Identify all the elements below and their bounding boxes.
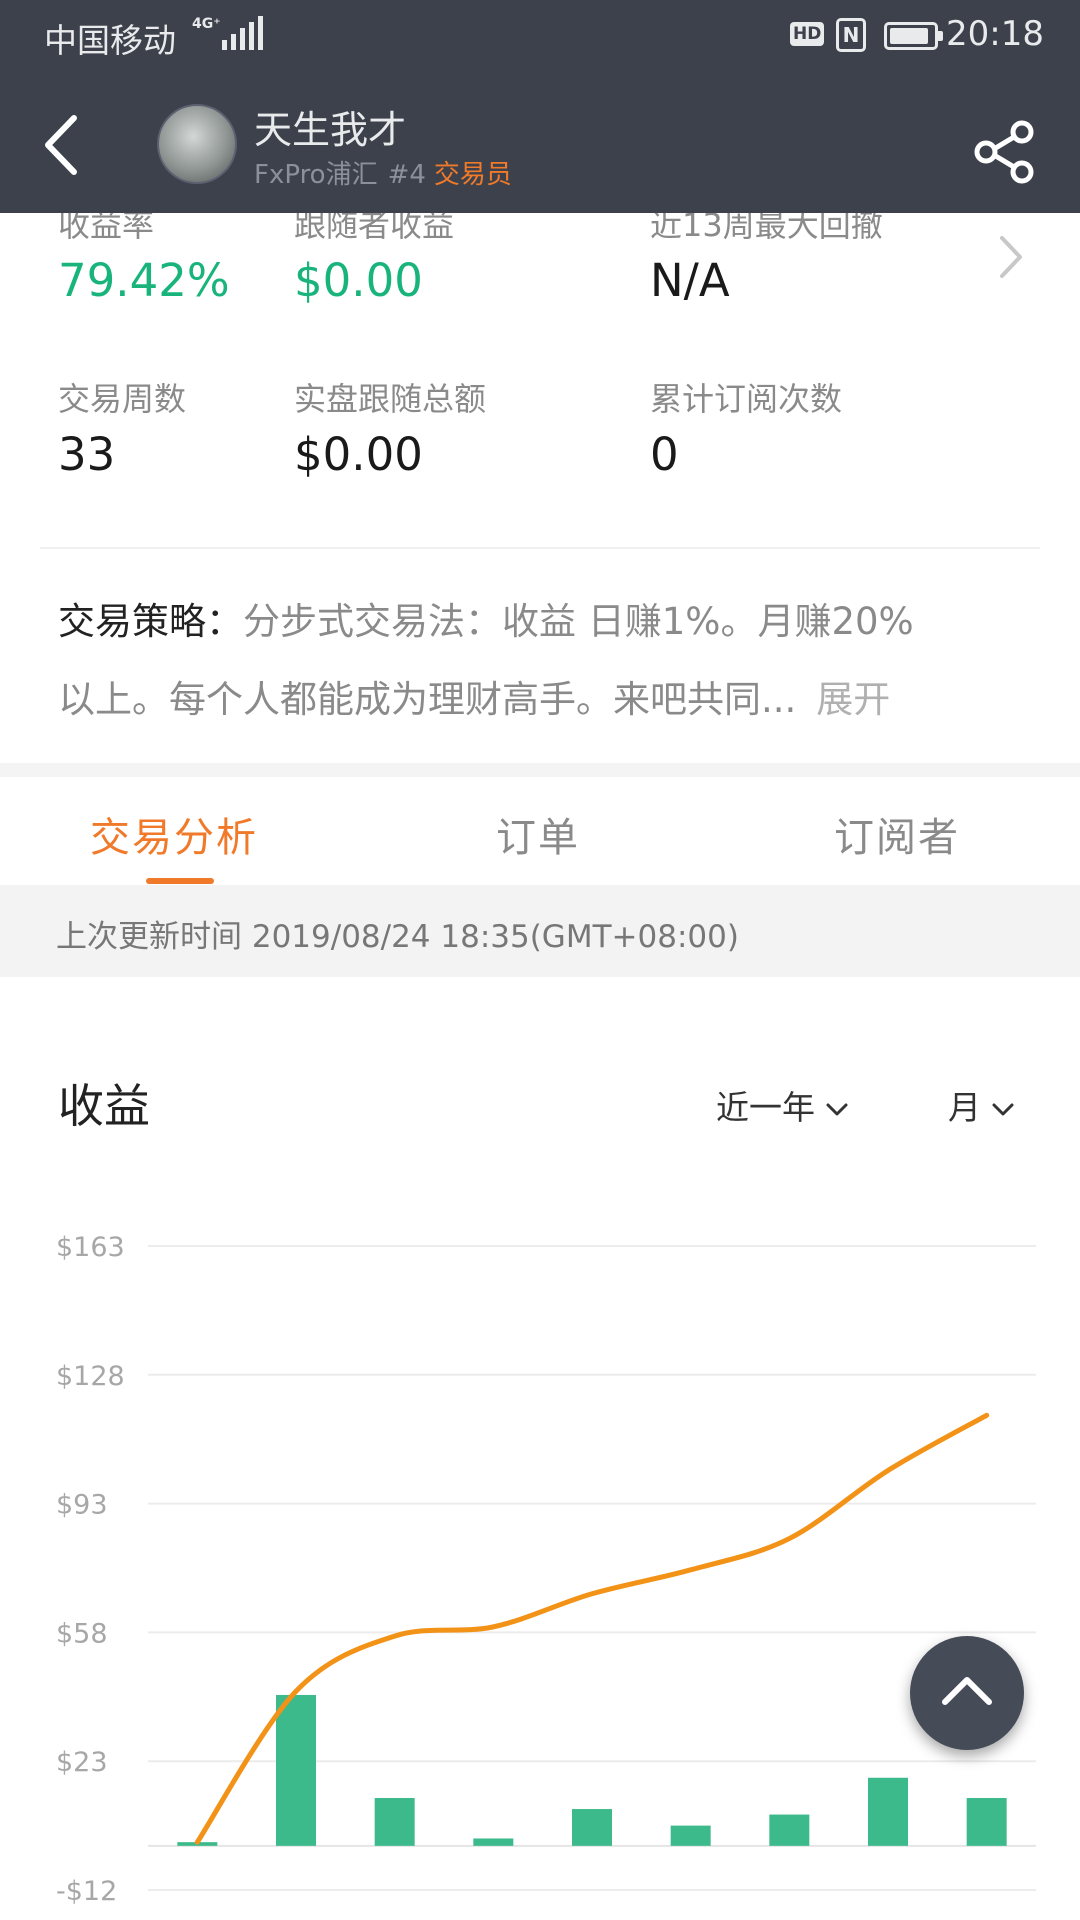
stat-value: $0.00	[294, 428, 423, 481]
share-button[interactable]	[972, 120, 1036, 184]
strategy-text: 交易策略：分步式交易法：收益 日赚1%。月赚20% 以上。每个人都能成为理财高手…	[58, 583, 1018, 739]
bar	[374, 1798, 415, 1846]
share-icon	[974, 120, 1034, 184]
period-dropdown[interactable]: 近一年	[716, 1081, 849, 1129]
tab-trade-analysis[interactable]: 交易分析	[90, 805, 258, 863]
broker-label: FxPro浦汇	[254, 160, 378, 190]
y-tick-label: $93	[56, 1490, 108, 1521]
stat-label: 累计订阅次数	[650, 380, 843, 418]
chevron-right-icon[interactable]	[996, 232, 1026, 282]
y-tick-label: $23	[56, 1747, 108, 1778]
stat-value: 79.42%	[58, 254, 230, 307]
interval-dropdown[interactable]: 月	[948, 1081, 1015, 1129]
bar	[670, 1825, 711, 1846]
last-updated-bar: 上次更新时间 2019/08/24 18:35(GMT+08:00)	[0, 885, 1080, 977]
stat-max-drawdown: 近13周最大回撤 N/A	[650, 200, 883, 307]
tab-orders[interactable]: 订单	[496, 805, 580, 863]
avatar[interactable]	[157, 104, 237, 184]
signal-icon	[222, 16, 263, 50]
network-type-label: 4G⁺	[192, 16, 221, 32]
stat-label: 交易周数	[58, 380, 187, 418]
chevron-down-icon	[826, 1103, 848, 1115]
stat-follower-profit: 跟随者收益 $0.00	[294, 200, 454, 307]
stat-return-rate: 收益率 79.42%	[58, 200, 230, 307]
back-arrow-icon	[45, 115, 77, 175]
profit-chart: $163 $128 $93 $58 $23 -$12	[56, 1232, 1036, 1907]
tab-bar: 交易分析 订单 订阅者	[0, 777, 1080, 885]
tab-subscribers[interactable]: 订阅者	[834, 805, 960, 863]
chevron-up-icon	[942, 1677, 992, 1705]
status-bar: 中国移动 4G⁺ HD N 20:18	[0, 0, 1080, 76]
strategy-line-2: 以上。每个人都能成为理财高手。来吧共同...	[58, 678, 797, 721]
divider	[40, 547, 1040, 549]
chevron-down-icon	[992, 1103, 1014, 1115]
y-tick-label: $128	[56, 1361, 125, 1392]
strategy-label: 交易策略：	[58, 600, 243, 643]
stat-live-follow-total: 实盘跟随总额 $0.00	[294, 374, 486, 481]
bar	[276, 1694, 316, 1846]
last-updated-text: 上次更新时间 2019/08/24 18:35(GMT+08:00)	[56, 919, 739, 955]
period-dropdown-label: 近一年	[716, 1088, 815, 1127]
stat-value: 33	[58, 428, 116, 481]
stat-value: 0	[650, 428, 679, 481]
scroll-top-button[interactable]	[910, 1636, 1024, 1750]
trader-subtitle: FxPro浦汇 #4 交易员	[254, 154, 512, 191]
interval-dropdown-label: 月	[948, 1088, 981, 1127]
stat-trade-weeks: 交易周数 33	[58, 374, 186, 481]
y-tick-label: -$12	[56, 1876, 117, 1907]
stat-value: $0.00	[294, 254, 423, 307]
rank-label: #4	[387, 160, 426, 190]
battery-level	[890, 28, 928, 44]
header-bar: 天生我才 FxPro浦汇 #4 交易员	[0, 76, 1080, 213]
bar	[966, 1798, 1007, 1846]
back-button[interactable]	[36, 110, 96, 180]
y-tick-label: $58	[56, 1618, 108, 1649]
y-tick-label: $163	[56, 1232, 125, 1263]
stat-total-subscriptions: 累计订阅次数 0	[650, 374, 842, 481]
bar	[868, 1777, 908, 1846]
stat-value: N/A	[650, 254, 730, 307]
section-gap	[0, 763, 1080, 777]
active-tab-indicator	[146, 878, 214, 884]
strategy-line-1: 分步式交易法：收益 日赚1%。月赚20%	[243, 600, 914, 643]
chart-title: 收益	[58, 1079, 150, 1133]
clock-label: 20:18	[946, 14, 1044, 54]
stat-label: 实盘跟随总额	[294, 380, 487, 418]
expand-link[interactable]: 展开	[816, 678, 890, 721]
bar	[572, 1809, 612, 1846]
nfc-icon: N	[836, 18, 866, 52]
trader-name: 天生我才	[254, 108, 407, 152]
battery-icon	[884, 22, 943, 50]
bar	[473, 1838, 514, 1846]
bar	[769, 1814, 810, 1846]
carrier-label: 中国移动	[44, 21, 176, 60]
role-badge: 交易员	[433, 160, 512, 190]
hd-icon: HD	[790, 22, 825, 46]
